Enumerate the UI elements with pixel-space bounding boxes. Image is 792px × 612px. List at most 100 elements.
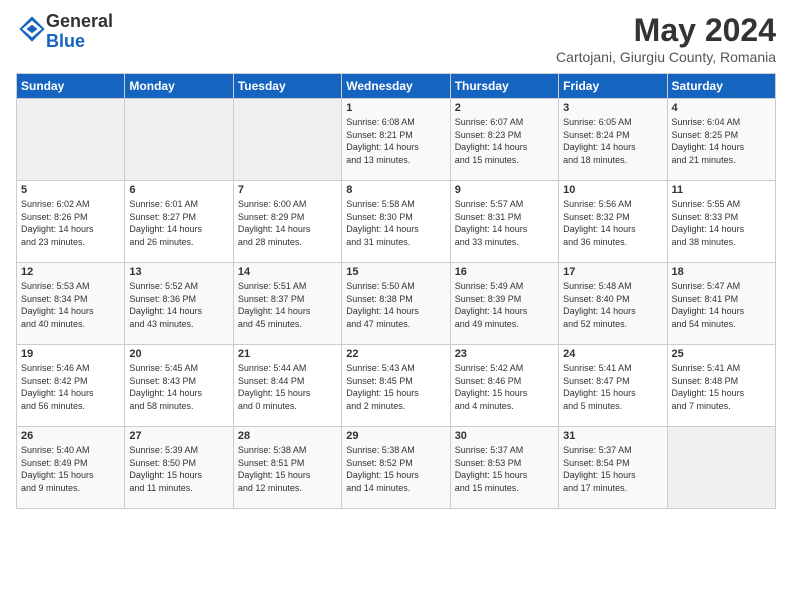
calendar-cell: 20Sunrise: 5:45 AM Sunset: 8:43 PM Dayli… xyxy=(125,345,233,427)
day-info: Sunrise: 6:07 AM Sunset: 8:23 PM Dayligh… xyxy=(455,116,554,166)
calendar-cell: 1 Sunrise: 6:08 AM Sunset: 8:21 PM Daylig… xyxy=(342,99,450,181)
calendar-cell: 24 Sunrise: 5:41 AM Sunset: 8:47 PM Dayli… xyxy=(559,345,667,427)
calendar-cell: 5 Sunrise: 6:02 AM Sunset: 8:26 PM Daylig… xyxy=(17,181,125,263)
calendar-cell xyxy=(17,99,125,181)
logo-icon xyxy=(18,15,46,43)
calendar-cell: 19 Sunrise: 5:46 AM Sunset: 8:42 PM Dayli… xyxy=(17,345,125,427)
day-info: Sunrise: 6:02 AM Sunset: 8:26 PM Dayligh… xyxy=(21,198,120,248)
col-sunday: Sunday xyxy=(17,74,125,99)
calendar-header-row: Sunday Monday Tuesday Wednesday Thursday… xyxy=(17,74,776,99)
calendar-cell: 7 Sunrise: 6:00 AM Sunset: 8:29 PM Daylig… xyxy=(233,181,341,263)
day-info: Sunrise: 5:52 AM Sunset: 8:36 PM Dayligh… xyxy=(129,280,228,330)
calendar-cell: 17 Sunrise: 5:48 AM Sunset: 8:40 PM Dayli… xyxy=(559,263,667,345)
day-number: 8 xyxy=(346,184,445,196)
calendar-cell: 18Sunrise: 5:47 AM Sunset: 8:41 PM Dayli… xyxy=(667,263,775,345)
day-number: 15 xyxy=(346,266,445,278)
day-number: 22 xyxy=(346,348,445,360)
calendar-cell: 2 Sunrise: 6:07 AM Sunset: 8:23 PM Daylig… xyxy=(450,99,558,181)
day-number: 26 xyxy=(21,430,120,442)
logo-general: General xyxy=(46,11,113,31)
day-info: Sunrise: 5:43 AM Sunset: 8:45 PM Dayligh… xyxy=(346,362,445,412)
day-info: Sunrise: 5:45 AM Sunset: 8:43 PM Dayligh… xyxy=(129,362,228,412)
main-title: May 2024 xyxy=(556,12,776,49)
logo-blue: Blue xyxy=(46,31,85,51)
day-number: 24 xyxy=(563,348,662,360)
calendar-cell: 13 Sunrise: 5:52 AM Sunset: 8:36 PM Dayli… xyxy=(125,263,233,345)
day-info: Sunrise: 5:49 AM Sunset: 8:39 PM Dayligh… xyxy=(455,280,554,330)
day-info: Sunrise: 5:39 AM Sunset: 8:50 PM Dayligh… xyxy=(129,444,228,494)
day-number: 29 xyxy=(346,430,445,442)
calendar-cell: 3 Sunrise: 6:05 AM Sunset: 8:24 PM Daylig… xyxy=(559,99,667,181)
day-number: 9 xyxy=(455,184,554,196)
day-number: 1 xyxy=(346,102,445,114)
day-info: Sunrise: 6:01 AM Sunset: 8:27 PM Dayligh… xyxy=(129,198,228,248)
day-number: 3 xyxy=(563,102,662,114)
day-number: 17 xyxy=(563,266,662,278)
title-block: May 2024 Cartojani, Giurgiu County, Roma… xyxy=(556,12,776,65)
day-info: Sunrise: 5:48 AM Sunset: 8:40 PM Dayligh… xyxy=(563,280,662,330)
day-number: 25 xyxy=(672,348,771,360)
day-number: 13 xyxy=(129,266,228,278)
day-number: 19 xyxy=(21,348,120,360)
day-number: 7 xyxy=(238,184,337,196)
calendar-cell: 6 Sunrise: 6:01 AM Sunset: 8:27 PM Daylig… xyxy=(125,181,233,263)
day-info: Sunrise: 5:46 AM Sunset: 8:42 PM Dayligh… xyxy=(21,362,120,412)
day-number: 27 xyxy=(129,430,228,442)
calendar-cell: 15 Sunrise: 5:50 AM Sunset: 8:38 PM Dayli… xyxy=(342,263,450,345)
day-info: Sunrise: 5:41 AM Sunset: 8:47 PM Dayligh… xyxy=(563,362,662,412)
col-tuesday: Tuesday xyxy=(233,74,341,99)
day-info: Sunrise: 6:04 AM Sunset: 8:25 PM Dayligh… xyxy=(672,116,771,166)
calendar-week-3: 12 Sunrise: 5:53 AM Sunset: 8:34 PM Dayli… xyxy=(17,263,776,345)
calendar-cell: 30Sunrise: 5:37 AM Sunset: 8:53 PM Dayli… xyxy=(450,427,558,509)
day-number: 10 xyxy=(563,184,662,196)
day-info: Sunrise: 5:50 AM Sunset: 8:38 PM Dayligh… xyxy=(346,280,445,330)
col-thursday: Thursday xyxy=(450,74,558,99)
day-number: 5 xyxy=(21,184,120,196)
day-info: Sunrise: 5:38 AM Sunset: 8:52 PM Dayligh… xyxy=(346,444,445,494)
calendar-cell: 29 Sunrise: 5:38 AM Sunset: 8:52 PM Dayli… xyxy=(342,427,450,509)
calendar-cell: 25Sunrise: 5:41 AM Sunset: 8:48 PM Dayli… xyxy=(667,345,775,427)
day-info: Sunrise: 5:53 AM Sunset: 8:34 PM Dayligh… xyxy=(21,280,120,330)
calendar-cell: 16 Sunrise: 5:49 AM Sunset: 8:39 PM Dayli… xyxy=(450,263,558,345)
day-info: Sunrise: 5:47 AM Sunset: 8:41 PM Dayligh… xyxy=(672,280,771,330)
day-number: 30 xyxy=(455,430,554,442)
calendar-week-4: 19 Sunrise: 5:46 AM Sunset: 8:42 PM Dayli… xyxy=(17,345,776,427)
calendar-cell xyxy=(125,99,233,181)
day-number: 2 xyxy=(455,102,554,114)
calendar-cell: 8 Sunrise: 5:58 AM Sunset: 8:30 PM Daylig… xyxy=(342,181,450,263)
day-number: 6 xyxy=(129,184,228,196)
calendar-week-5: 26 Sunrise: 5:40 AM Sunset: 8:49 PM Dayli… xyxy=(17,427,776,509)
day-number: 21 xyxy=(238,348,337,360)
day-number: 12 xyxy=(21,266,120,278)
day-info: Sunrise: 6:05 AM Sunset: 8:24 PM Dayligh… xyxy=(563,116,662,166)
day-number: 14 xyxy=(238,266,337,278)
page: General Blue May 2024 Cartojani, Giurgiu… xyxy=(0,0,792,612)
day-info: Sunrise: 5:40 AM Sunset: 8:49 PM Dayligh… xyxy=(21,444,120,494)
col-saturday: Saturday xyxy=(667,74,775,99)
calendar-cell xyxy=(667,427,775,509)
calendar-cell xyxy=(233,99,341,181)
calendar-cell: 27 Sunrise: 5:39 AM Sunset: 8:50 PM Dayli… xyxy=(125,427,233,509)
logo: General Blue xyxy=(16,12,113,52)
calendar-cell: 23Sunrise: 5:42 AM Sunset: 8:46 PM Dayli… xyxy=(450,345,558,427)
calendar-cell: 11Sunrise: 5:55 AM Sunset: 8:33 PM Dayli… xyxy=(667,181,775,263)
day-info: Sunrise: 5:38 AM Sunset: 8:51 PM Dayligh… xyxy=(238,444,337,494)
calendar-cell: 12 Sunrise: 5:53 AM Sunset: 8:34 PM Dayli… xyxy=(17,263,125,345)
calendar-week-2: 5 Sunrise: 6:02 AM Sunset: 8:26 PM Daylig… xyxy=(17,181,776,263)
calendar-cell: 21 Sunrise: 5:44 AM Sunset: 8:44 PM Dayli… xyxy=(233,345,341,427)
calendar-cell: 28Sunrise: 5:38 AM Sunset: 8:51 PM Dayli… xyxy=(233,427,341,509)
day-info: Sunrise: 5:44 AM Sunset: 8:44 PM Dayligh… xyxy=(238,362,337,412)
calendar-week-1: 1 Sunrise: 6:08 AM Sunset: 8:21 PM Daylig… xyxy=(17,99,776,181)
calendar-cell: 22 Sunrise: 5:43 AM Sunset: 8:45 PM Dayli… xyxy=(342,345,450,427)
calendar-cell: 4Sunrise: 6:04 AM Sunset: 8:25 PM Daylig… xyxy=(667,99,775,181)
day-number: 11 xyxy=(672,184,771,196)
day-info: Sunrise: 6:00 AM Sunset: 8:29 PM Dayligh… xyxy=(238,198,337,248)
subtitle: Cartojani, Giurgiu County, Romania xyxy=(556,49,776,65)
day-info: Sunrise: 5:58 AM Sunset: 8:30 PM Dayligh… xyxy=(346,198,445,248)
day-info: Sunrise: 5:51 AM Sunset: 8:37 PM Dayligh… xyxy=(238,280,337,330)
calendar-table: Sunday Monday Tuesday Wednesday Thursday… xyxy=(16,73,776,509)
day-info: Sunrise: 6:08 AM Sunset: 8:21 PM Dayligh… xyxy=(346,116,445,166)
day-info: Sunrise: 5:57 AM Sunset: 8:31 PM Dayligh… xyxy=(455,198,554,248)
day-number: 23 xyxy=(455,348,554,360)
day-number: 16 xyxy=(455,266,554,278)
